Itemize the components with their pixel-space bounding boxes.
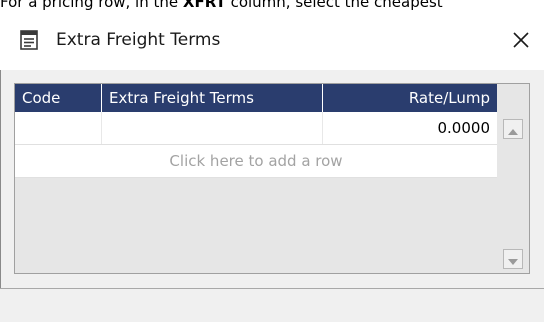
dialog-body: Code Extra Freight Terms Rate/Lump 0.000…: [0, 70, 544, 322]
arrow-up-icon: [508, 120, 518, 139]
dialog-left-border: [0, 70, 1, 322]
instruction-caption: For a pricing row, in the XFRT column, s…: [0, 0, 544, 11]
dialog-footer: [0, 288, 544, 322]
caption-suffix: column, select the cheapest: [225, 0, 443, 11]
column-header-extra-freight-terms[interactable]: Extra Freight Terms: [102, 84, 323, 112]
caption-prefix: For a pricing row, in the: [0, 0, 183, 11]
scrollbar-corner: [497, 84, 529, 112]
dialog-title: Extra Freight Terms: [56, 30, 221, 50]
extra-freight-terms-grid: Code Extra Freight Terms Rate/Lump 0.000…: [14, 83, 530, 274]
extra-freight-terms-dialog: Extra Freight Terms Code Extra Freight T…: [0, 14, 544, 322]
column-header-rate-lump[interactable]: Rate/Lump: [323, 84, 497, 112]
caption-bold: XFRT: [182, 0, 226, 11]
column-header-code[interactable]: Code: [15, 84, 102, 112]
close-button[interactable]: [498, 14, 544, 70]
table-row[interactable]: 0.0000: [15, 112, 497, 145]
close-icon: [512, 31, 530, 53]
title-bar: Extra Freight Terms: [0, 14, 544, 70]
cell-rate-lump[interactable]: 0.0000: [323, 112, 497, 144]
document-list-icon: [18, 29, 40, 51]
scroll-up-button[interactable]: [503, 119, 523, 139]
vertical-scrollbar[interactable]: [497, 112, 529, 273]
arrow-down-icon: [508, 250, 518, 269]
grid-header-row: Code Extra Freight Terms Rate/Lump: [15, 84, 497, 112]
cell-code[interactable]: [15, 112, 102, 144]
add-row-button[interactable]: Click here to add a row: [15, 145, 497, 178]
cell-extra-freight-terms[interactable]: [102, 112, 323, 144]
scroll-down-button[interactable]: [503, 249, 523, 269]
